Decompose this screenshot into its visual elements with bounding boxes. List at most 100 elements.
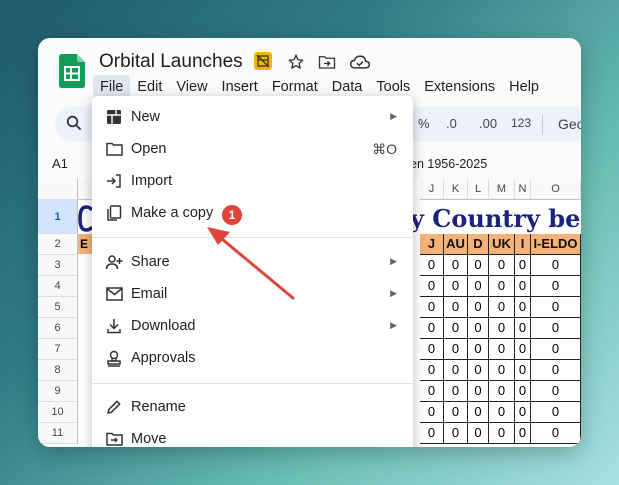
data-cell[interactable]: 0 [489,255,515,276]
sheets-logo-icon[interactable] [59,54,85,88]
data-cell[interactable]: 0 [468,402,489,423]
data-cell[interactable]: 0 [515,402,531,423]
row-header-6[interactable]: 6 [38,318,78,339]
data-cell[interactable]: 0 [468,276,489,297]
row-header-1[interactable]: 1 [38,200,78,234]
data-cell[interactable]: 0 [515,360,531,381]
data-cell[interactable]: 0 [420,318,444,339]
formula-input[interactable]: en 1956-2025 [410,157,487,171]
data-cell[interactable]: 0 [531,276,581,297]
star-icon[interactable] [286,52,306,72]
data-cell[interactable]: 0 [489,339,515,360]
column-header-n[interactable]: N [515,179,531,200]
column-header-o[interactable]: O [531,179,581,200]
data-cell[interactable]: 0 [468,381,489,402]
row-header-7[interactable]: 7 [38,339,78,360]
data-cell[interactable]: 0 [420,255,444,276]
row-header-2[interactable]: 2 [38,234,78,255]
decrease-decimal-button[interactable]: .0 [446,116,457,131]
data-cell[interactable]: 0 [468,423,489,444]
data-cell[interactable]: 0 [468,255,489,276]
menu-item-rename[interactable]: Rename [92,392,413,422]
row-header-8[interactable]: 8 [38,360,78,381]
data-cell[interactable]: 0 [420,297,444,318]
data-cell[interactable]: 0 [531,402,581,423]
menu-item-open[interactable]: Open ⌘O [92,134,413,164]
data-cell[interactable]: 0 [489,381,515,402]
data-cell[interactable]: 0 [468,360,489,381]
data-cell[interactable]: 0 [444,318,468,339]
data-cell[interactable]: 0 [515,297,531,318]
data-cell[interactable]: 0 [515,339,531,360]
increase-decimal-button[interactable]: .00 [479,116,497,131]
header-cell-fragment[interactable]: E [78,234,93,254]
header-cell[interactable]: AU [444,234,468,255]
data-cell[interactable]: 0 [515,381,531,402]
data-cell[interactable]: 0 [489,297,515,318]
data-cell[interactable]: 0 [515,255,531,276]
data-cell[interactable]: 0 [444,276,468,297]
data-cell[interactable]: 0 [515,276,531,297]
data-cell[interactable]: 0 [515,318,531,339]
data-cell[interactable]: 0 [444,297,468,318]
data-cell[interactable]: 0 [444,381,468,402]
row-header-4[interactable]: 4 [38,276,78,297]
menu-item-email[interactable]: Email ▶ [92,279,413,309]
data-cell[interactable]: 0 [444,339,468,360]
data-cell[interactable]: 0 [531,297,581,318]
header-cell[interactable]: UK [489,234,515,255]
header-cell[interactable]: I [515,234,531,255]
menu-help[interactable]: Help [502,75,546,99]
menu-extensions[interactable]: Extensions [417,75,502,99]
row-header-3[interactable]: 3 [38,255,78,276]
menu-item-move[interactable]: Move [92,424,413,447]
row-header-10[interactable]: 10 [38,402,78,423]
title-cell-fragment[interactable] [78,204,94,233]
select-all-corner[interactable] [38,179,78,200]
row-header-9[interactable]: 9 [38,381,78,402]
name-box[interactable]: A1 [52,156,68,171]
row-header-11[interactable]: 11 [38,423,78,444]
data-cell[interactable]: 0 [444,402,468,423]
format-percent-button[interactable]: % [418,116,430,131]
data-cell[interactable]: 0 [444,255,468,276]
move-to-folder-icon[interactable] [317,52,337,72]
data-cell[interactable]: 0 [489,423,515,444]
data-cell[interactable]: 0 [531,423,581,444]
column-header-k[interactable]: K [444,179,468,200]
document-title[interactable]: Orbital Launches [99,51,243,73]
data-cell[interactable]: 0 [531,339,581,360]
data-cell[interactable]: 0 [515,423,531,444]
data-cell[interactable]: 0 [489,318,515,339]
data-cell[interactable]: 0 [420,423,444,444]
data-cell[interactable]: 0 [468,297,489,318]
sheet-title-cell[interactable]: y Country bet [410,204,581,233]
data-cell[interactable]: 0 [420,402,444,423]
data-cell[interactable]: 0 [420,381,444,402]
data-cell[interactable]: 0 [444,423,468,444]
more-formats-button[interactable]: 123 [511,116,531,130]
cloud-status-icon[interactable] [349,52,371,72]
data-cell[interactable]: 0 [531,360,581,381]
header-cell[interactable]: J [420,234,444,255]
data-cell[interactable]: 0 [531,381,581,402]
data-cell[interactable]: 0 [531,318,581,339]
column-header-l[interactable]: L [468,179,489,200]
menu-item-make-a-copy[interactable]: Make a copy [92,198,413,228]
menu-item-share[interactable]: Share ▶ [92,247,413,277]
menu-item-approvals[interactable]: Approvals [92,343,413,373]
column-header-m[interactable]: M [489,179,515,200]
menu-item-import[interactable]: Import [92,166,413,196]
font-family-select[interactable]: Geo [558,116,581,132]
data-cell[interactable]: 0 [420,276,444,297]
data-cell[interactable]: 0 [489,360,515,381]
search-menus-icon[interactable] [66,115,82,136]
data-cell[interactable]: 0 [468,339,489,360]
menu-item-new[interactable]: New ▶ [92,102,413,132]
menu-item-download[interactable]: Download ▶ [92,311,413,341]
data-cell[interactable]: 0 [468,318,489,339]
header-cell[interactable]: I-ELDO [531,234,581,255]
data-cell[interactable]: 0 [489,276,515,297]
column-header-j[interactable]: J [420,179,444,200]
row-header-5[interactable]: 5 [38,297,78,318]
